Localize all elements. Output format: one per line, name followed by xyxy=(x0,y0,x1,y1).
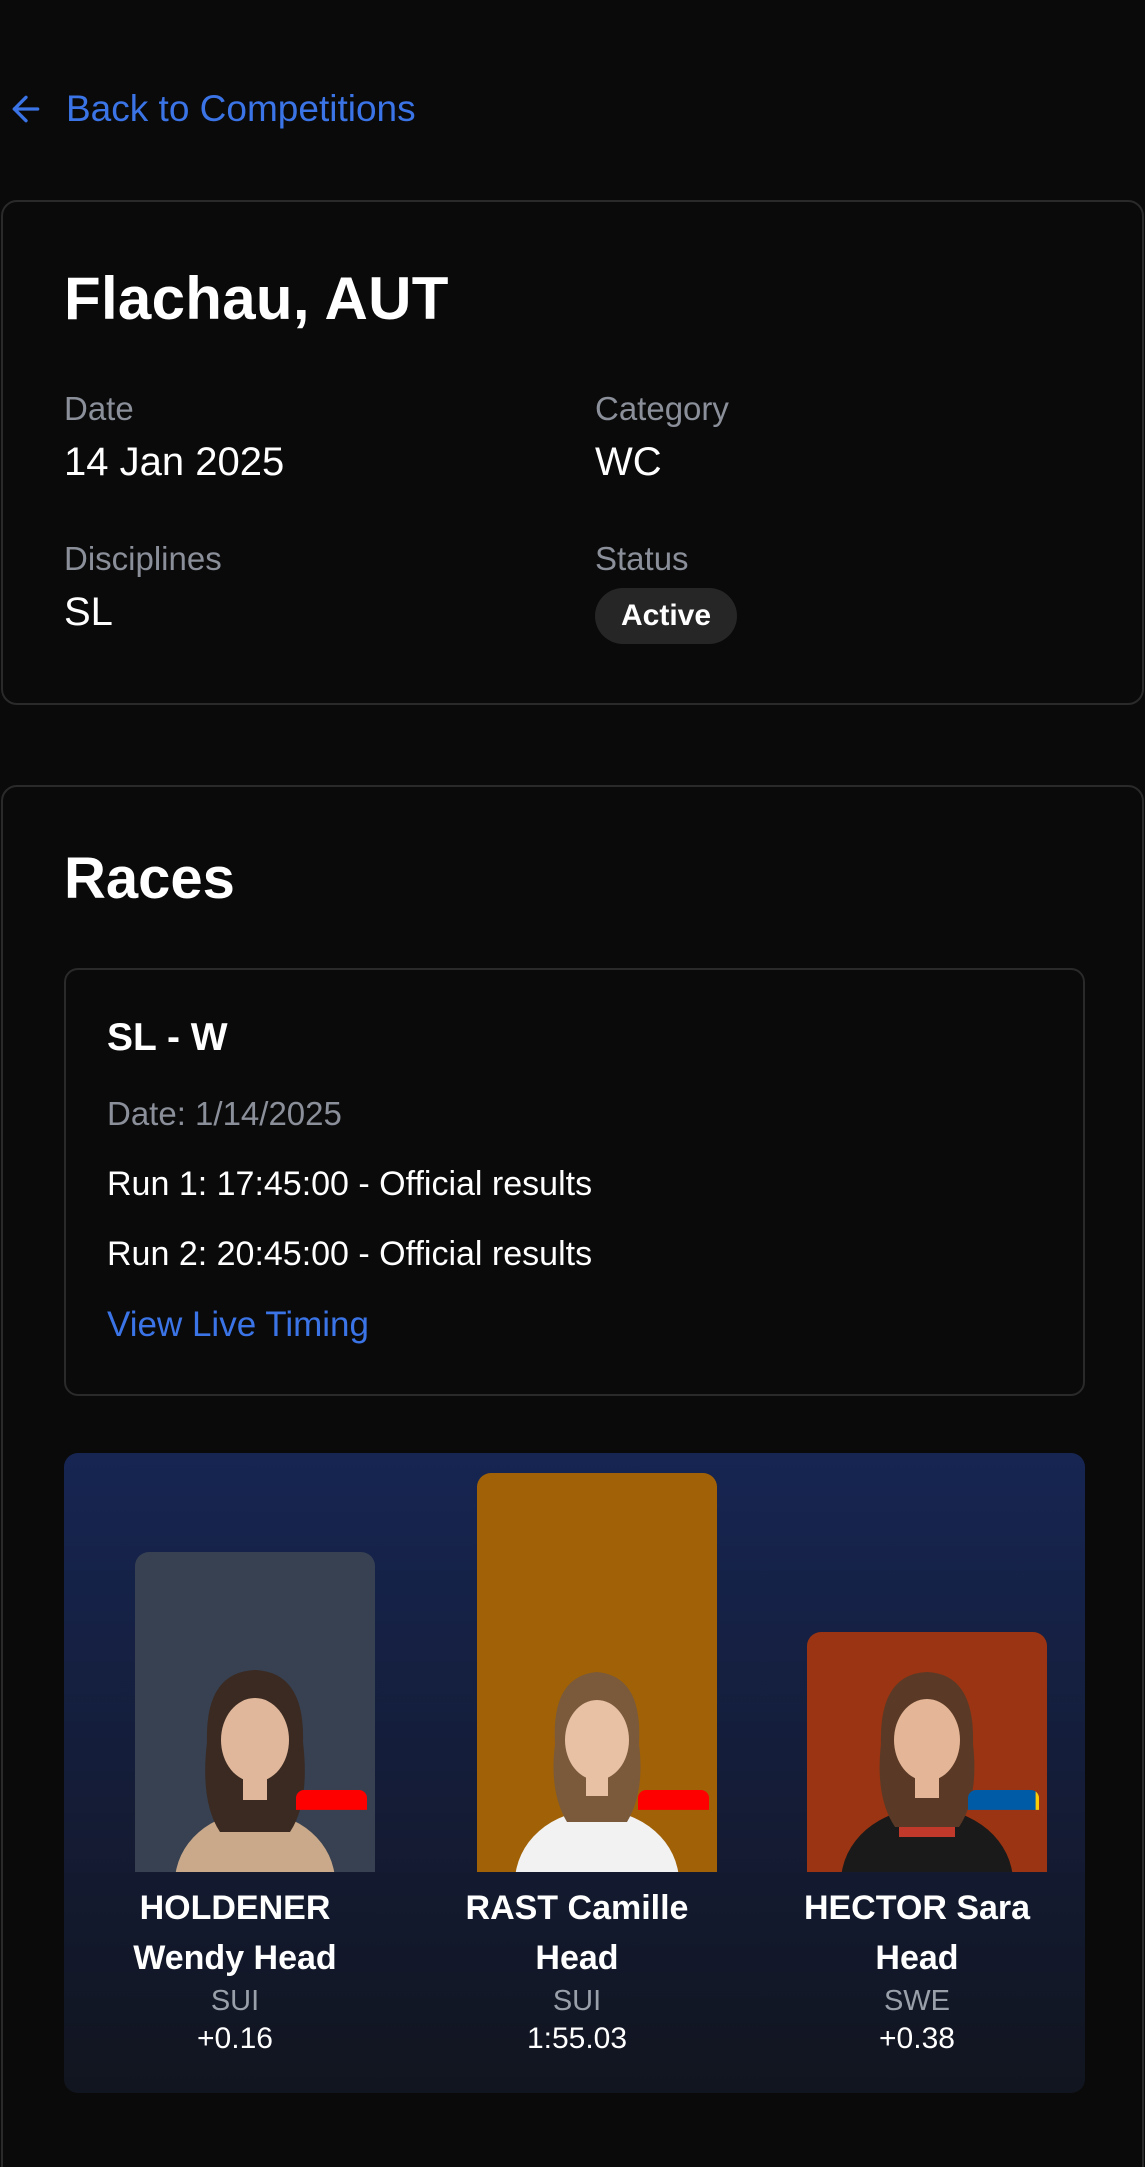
athlete-photo-card xyxy=(477,1473,717,1872)
date-field: Date 14 Jan 2025 xyxy=(64,390,284,485)
athlete-name: RAST Camille Head xyxy=(465,1889,689,1977)
athlete-time: +0.16 xyxy=(197,2022,273,2055)
race-item: SL - W Date: 1/14/2025 Run 1: 17:45:00 -… xyxy=(64,968,1085,1396)
disciplines-field: Disciplines SL xyxy=(64,540,222,635)
athlete-country: SWE xyxy=(883,1985,951,2017)
race-title: SL - W xyxy=(107,1016,228,1059)
athlete-photo-card xyxy=(135,1552,375,1872)
arrow-left-icon xyxy=(12,95,40,123)
athlete-time: +0.38 xyxy=(879,2022,955,2055)
back-link-label: Back to Competitions xyxy=(66,88,416,129)
athlete-time: 1:55.03 xyxy=(526,2022,628,2055)
athlete-country: SUI xyxy=(210,1985,260,2017)
date-value: 14 Jan 2025 xyxy=(64,440,285,484)
swiss-flag-icon xyxy=(638,1790,709,1842)
swiss-flag-icon xyxy=(296,1790,367,1842)
disciplines-value: SL xyxy=(64,590,113,634)
status-label: Status xyxy=(595,540,689,577)
category-field: Category WC xyxy=(595,390,729,485)
disciplines-label: Disciplines xyxy=(64,540,222,577)
back-to-competitions-link[interactable]: Back to Competitions xyxy=(6,88,416,130)
races-card: Races SL - W Date: 1/14/2025 Run 1: 17:4… xyxy=(1,785,1144,2167)
podium-athlete-first[interactable]: RAST Camille Head SUI 1:55.03 xyxy=(404,1453,744,2093)
view-live-timing-link[interactable]: View Live Timing xyxy=(107,1305,369,1345)
athlete-photo-card xyxy=(807,1632,1047,1872)
podium-athlete-second[interactable]: HOLDENER Wendy Head SUI +0.16 xyxy=(64,1453,404,2093)
competition-info-card: Flachau, AUT Date 14 Jan 2025 Category W… xyxy=(1,200,1144,705)
athlete-country: SUI xyxy=(552,1985,602,2017)
podium-panel: HOLDENER Wendy Head SUI +0.16 RAST Camil… xyxy=(64,1453,1085,2093)
athlete-info: HOLDENER Wendy Head SUI +0.16 xyxy=(105,1883,365,2056)
category-label: Category xyxy=(595,390,729,427)
podium-athlete-third[interactable]: HECTOR Sara Head SWE +0.38 xyxy=(744,1453,1085,2093)
races-heading: Races xyxy=(64,846,235,911)
competition-title: Flachau, AUT xyxy=(64,265,449,332)
athlete-info: HECTOR Sara Head SWE +0.38 xyxy=(787,1883,1047,2056)
athlete-name: HOLDENER Wendy Head xyxy=(133,1889,337,1977)
run-2-info: Run 2: 20:45:00 - Official results xyxy=(107,1235,593,1273)
date-label: Date xyxy=(64,390,134,427)
athlete-name: HECTOR Sara Head xyxy=(803,1889,1031,1977)
swedish-flag-icon xyxy=(968,1790,1039,1842)
category-value: WC xyxy=(595,440,662,484)
run-1-info: Run 1: 17:45:00 - Official results xyxy=(107,1165,593,1203)
race-date: Date: 1/14/2025 xyxy=(107,1095,342,1132)
athlete-info: RAST Camille Head SUI 1:55.03 xyxy=(447,1883,707,2056)
status-badge: Active xyxy=(595,588,738,644)
status-field: Status Active xyxy=(595,540,738,644)
